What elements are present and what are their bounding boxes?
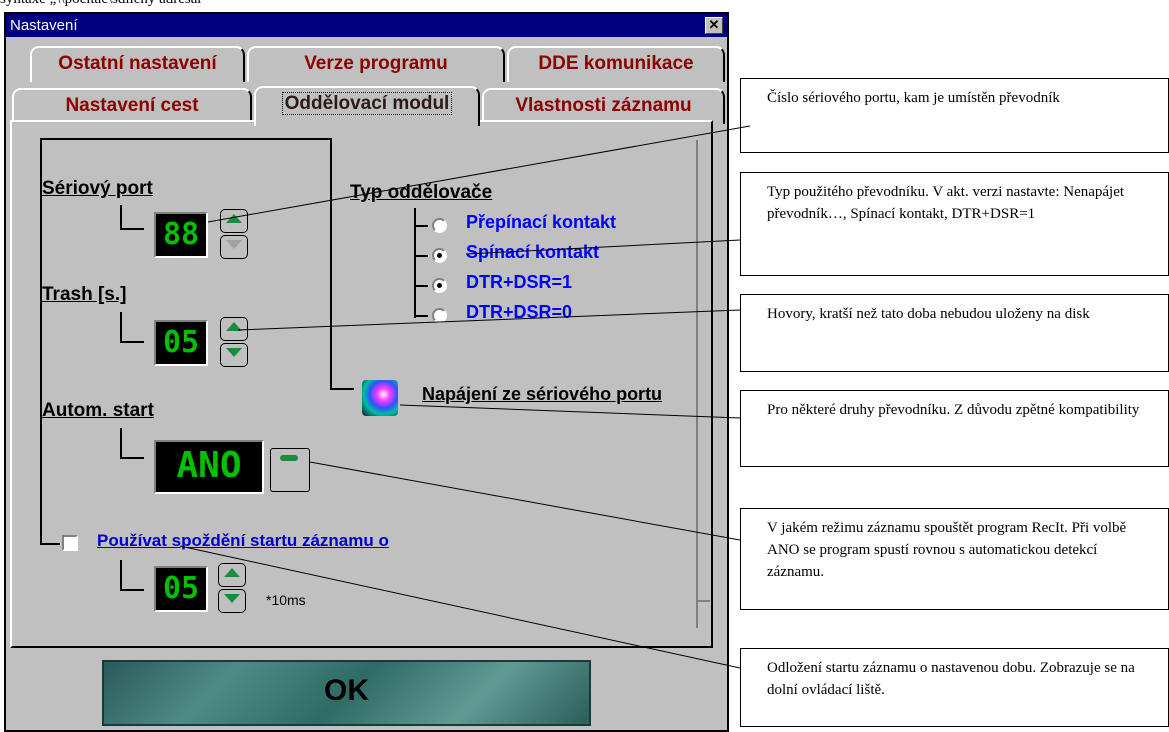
arrow-up-icon <box>224 568 240 577</box>
tab-vlastnosti-zaznamu[interactable]: Vlastnosti záznamu <box>482 88 725 124</box>
tree-line <box>120 457 144 459</box>
tab-label: Ostatní nastavení <box>58 53 217 74</box>
tree-line <box>330 138 332 390</box>
tree-line <box>120 428 122 458</box>
panel-divider <box>696 140 698 628</box>
spin-up-button[interactable] <box>220 209 248 233</box>
serial-port-label: Sériový port <box>42 178 153 199</box>
power-label[interactable]: Napájení ze sériového portu <box>422 384 692 405</box>
tab-nastaveni-cest[interactable]: Nastavení cest <box>12 88 252 124</box>
callout-serial-port: Číslo sériového portu, kam je umístěn př… <box>740 78 1169 153</box>
tab-label: Verze programu <box>304 53 448 74</box>
radio-label[interactable]: DTR+DSR=0 <box>466 302 572 323</box>
radio-dot-icon <box>437 253 442 258</box>
spin-down-button[interactable] <box>220 235 248 259</box>
delay-spinner[interactable] <box>218 563 246 615</box>
spin-down-button[interactable] <box>220 343 248 367</box>
spin-up-button[interactable] <box>218 563 246 587</box>
autostart-label: Autom. start <box>42 400 154 421</box>
tree-line <box>120 560 122 590</box>
tree-line <box>120 205 122 229</box>
tree-line <box>40 543 60 545</box>
arrow-down-icon <box>226 240 242 249</box>
arrow-up-icon <box>226 214 242 223</box>
close-button[interactable]: ✕ <box>705 17 723 34</box>
tab-verze-programu[interactable]: Verze programu <box>247 46 505 82</box>
tree-line <box>330 388 354 390</box>
separator-type-label: Typ oddělovače <box>350 182 493 203</box>
tab-label: Oddělovací modul <box>281 92 453 115</box>
serial-port-spinner[interactable] <box>220 209 248 261</box>
radio-dtr-dsr-0[interactable] <box>432 308 447 323</box>
arrow-down-icon <box>224 594 240 603</box>
tab-label: Vlastnosti záznamu <box>515 95 692 116</box>
autostart-display: ANO <box>154 440 264 494</box>
callout-delay: Odložení startu záznamu o nastavenou dob… <box>740 648 1169 727</box>
autostart-toggle[interactable] <box>270 448 310 492</box>
trash-label: Trash [s.] <box>42 284 127 305</box>
tab-label: Nastavení cest <box>65 95 199 116</box>
ok-button[interactable]: OK <box>102 660 591 726</box>
callout-trash: Hovory, kratší než tato doba nebudou ulo… <box>740 294 1169 372</box>
callout-separator-type: Typ použitého převodníku. V akt. verzi n… <box>740 172 1169 276</box>
tree-line <box>414 285 428 287</box>
close-icon: ✕ <box>708 17 720 32</box>
radio-spinaci-kontakt[interactable] <box>432 248 447 263</box>
radio-prepinaci-kontakt[interactable] <box>432 218 447 233</box>
delay-checkbox-label[interactable]: Používat spoždění startu záznamu o <box>97 531 389 551</box>
delay-unit: *10ms <box>266 592 306 608</box>
title-bar: Nastavení ✕ <box>6 14 727 37</box>
toggle-indicator-icon <box>280 455 298 461</box>
radio-label[interactable]: Přepínací kontakt <box>466 212 616 233</box>
window-title: Nastavení <box>10 17 78 34</box>
radio-dot-icon <box>437 283 442 288</box>
tree-line <box>414 315 428 317</box>
tree-line <box>414 255 428 257</box>
callout-power: Pro některé druhy převodníku. Z důvodu z… <box>740 390 1169 467</box>
tree-line <box>414 225 428 227</box>
document-top-text: syntaxe „\\počítač\sdílený adresář <box>0 0 202 8</box>
tab-dde-komunikace[interactable]: DDE komunikace <box>507 46 725 82</box>
radio-label[interactable]: DTR+DSR=1 <box>466 272 572 293</box>
tree-line <box>120 341 144 343</box>
power-color-icon <box>362 380 398 416</box>
tree-line <box>120 228 144 230</box>
trash-spinner[interactable] <box>220 317 248 369</box>
radio-dtr-dsr-1[interactable] <box>432 278 447 293</box>
trash-display: 05 <box>154 320 208 366</box>
callout-autostart: V jakém režimu záznamu spouštět program … <box>740 508 1169 610</box>
arrow-up-icon <box>226 322 242 331</box>
tree-line <box>40 138 330 140</box>
spin-down-button[interactable] <box>218 589 246 613</box>
tree-line <box>120 589 144 591</box>
tab-oddelovaci-modul[interactable]: Oddělovací modul <box>254 86 480 126</box>
radio-label[interactable]: Spínací kontakt <box>466 242 599 263</box>
spin-up-button[interactable] <box>220 317 248 341</box>
serial-port-display: 88 <box>154 212 208 258</box>
arrow-down-icon <box>226 348 242 357</box>
tab-label: DDE komunikace <box>538 53 694 74</box>
tab-ostatni-nastaveni[interactable]: Ostatní nastavení <box>30 46 245 82</box>
tree-line <box>120 312 122 342</box>
delay-display: 05 <box>154 566 208 612</box>
delay-checkbox[interactable] <box>62 535 78 551</box>
panel-divider <box>696 600 710 602</box>
